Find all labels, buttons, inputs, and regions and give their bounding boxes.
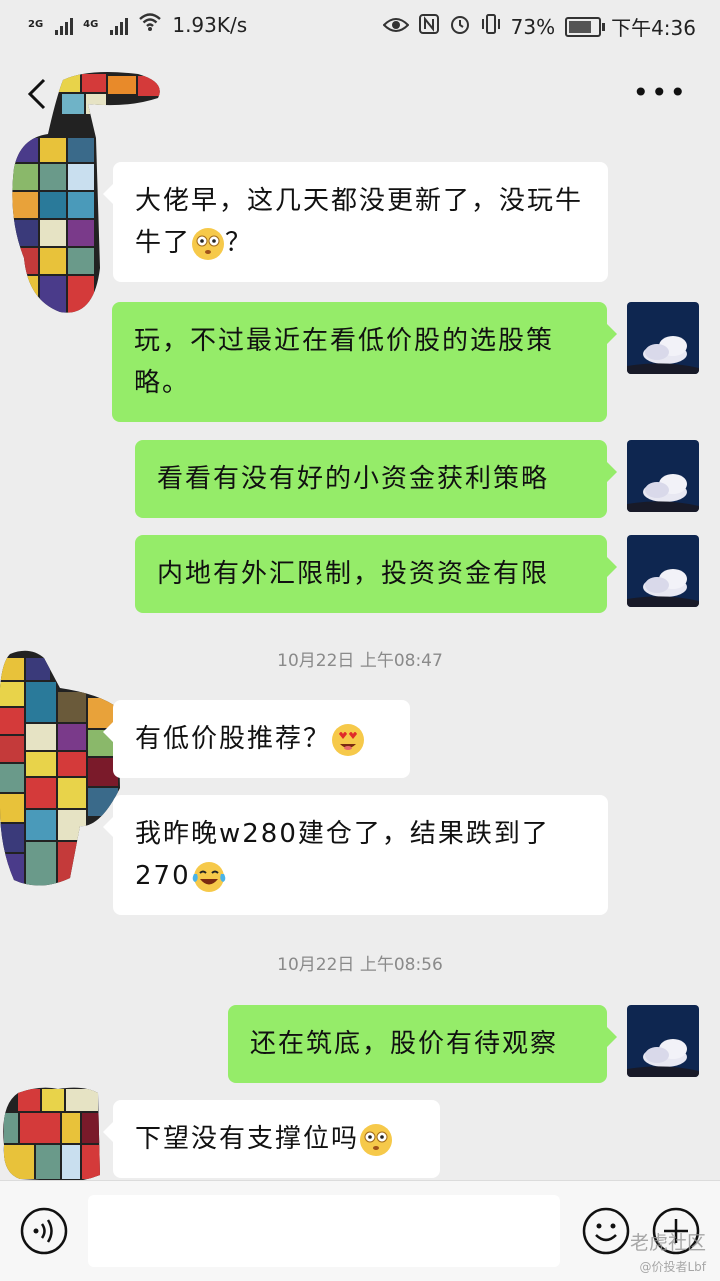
message-incoming[interactable]: 我昨晚w280建仓了，结果跌到了270 — [103, 795, 608, 915]
contact-avatar[interactable] — [0, 648, 122, 888]
message-text: 还在筑底，股价有待观察 — [250, 1029, 559, 1059]
tears-of-joy-emoji — [191, 860, 227, 894]
clock: 下午4:36 — [611, 16, 696, 40]
more-dots-icon[interactable]: ••• — [632, 76, 688, 109]
message-outgoing[interactable]: 看看有没有好的小资金获利策略 — [135, 440, 617, 518]
battery-percent: 73% — [510, 14, 556, 39]
contact-avatar[interactable] — [0, 1085, 102, 1183]
message-text: 看看有没有好的小资金获利策略 — [157, 464, 550, 494]
signal-label-4g: 4G — [83, 19, 99, 30]
voice-icon[interactable] — [20, 1207, 68, 1255]
vibrate-icon — [481, 13, 501, 40]
network-speed: 1.93K/s — [172, 12, 248, 37]
dazed-face-emoji — [191, 227, 225, 261]
message-tail: ？ — [225, 228, 254, 258]
emoji-face-icon[interactable] — [582, 1207, 630, 1255]
message-outgoing[interactable]: 还在筑底，股价有待观察 — [228, 1005, 617, 1083]
my-avatar[interactable] — [627, 535, 699, 607]
my-avatar[interactable] — [627, 302, 699, 374]
chat-area[interactable]: 大佬早，这几天都没更新了，没玩牛牛了？ 玩，不过最近在看低价股的选股策略。 看看… — [0, 72, 720, 1183]
signal-label-2g: 2G — [28, 19, 44, 30]
signal-strength-icon — [55, 15, 74, 35]
watermark-main: 老虎社区 — [629, 1232, 706, 1254]
signal-strength-icon — [110, 15, 129, 35]
nfc-icon — [418, 14, 439, 39]
message-text: 内地有外汇限制，投资资金有限 — [157, 559, 550, 589]
alarm-icon — [449, 13, 471, 40]
timestamp: 10月22日 上午08:56 — [277, 955, 443, 975]
message-incoming[interactable]: 有低价股推荐？ — [103, 700, 410, 778]
watermark-sub: @价投者Lbf — [639, 1260, 706, 1274]
heart-eyes-emoji — [331, 723, 365, 757]
my-avatar[interactable] — [627, 440, 699, 512]
my-avatar[interactable] — [627, 1005, 699, 1077]
message-text: 下望没有支撑位吗 — [135, 1124, 360, 1154]
message-text: 有低价股推荐？ — [135, 724, 332, 754]
message-outgoing[interactable]: 内地有外汇限制，投资资金有限 — [135, 535, 617, 613]
input-bar — [0, 1180, 720, 1281]
status-bar: 2G 4G 1.93K/s 73% 下午4:36 — [0, 0, 720, 50]
message-incoming[interactable]: 下望没有支撑位吗 — [103, 1100, 440, 1178]
wifi-icon — [138, 12, 162, 37]
eye-icon — [382, 15, 410, 39]
dazed-face-emoji — [359, 1123, 393, 1157]
message-incoming[interactable]: 大佬早，这几天都没更新了，没玩牛牛了？ — [103, 162, 608, 282]
battery-icon — [565, 16, 606, 37]
message-text: 玩，不过最近在看低价股的选股策略。 — [134, 326, 555, 398]
message-input[interactable] — [88, 1195, 560, 1267]
message-outgoing[interactable]: 玩，不过最近在看低价股的选股策略。 — [112, 302, 617, 422]
